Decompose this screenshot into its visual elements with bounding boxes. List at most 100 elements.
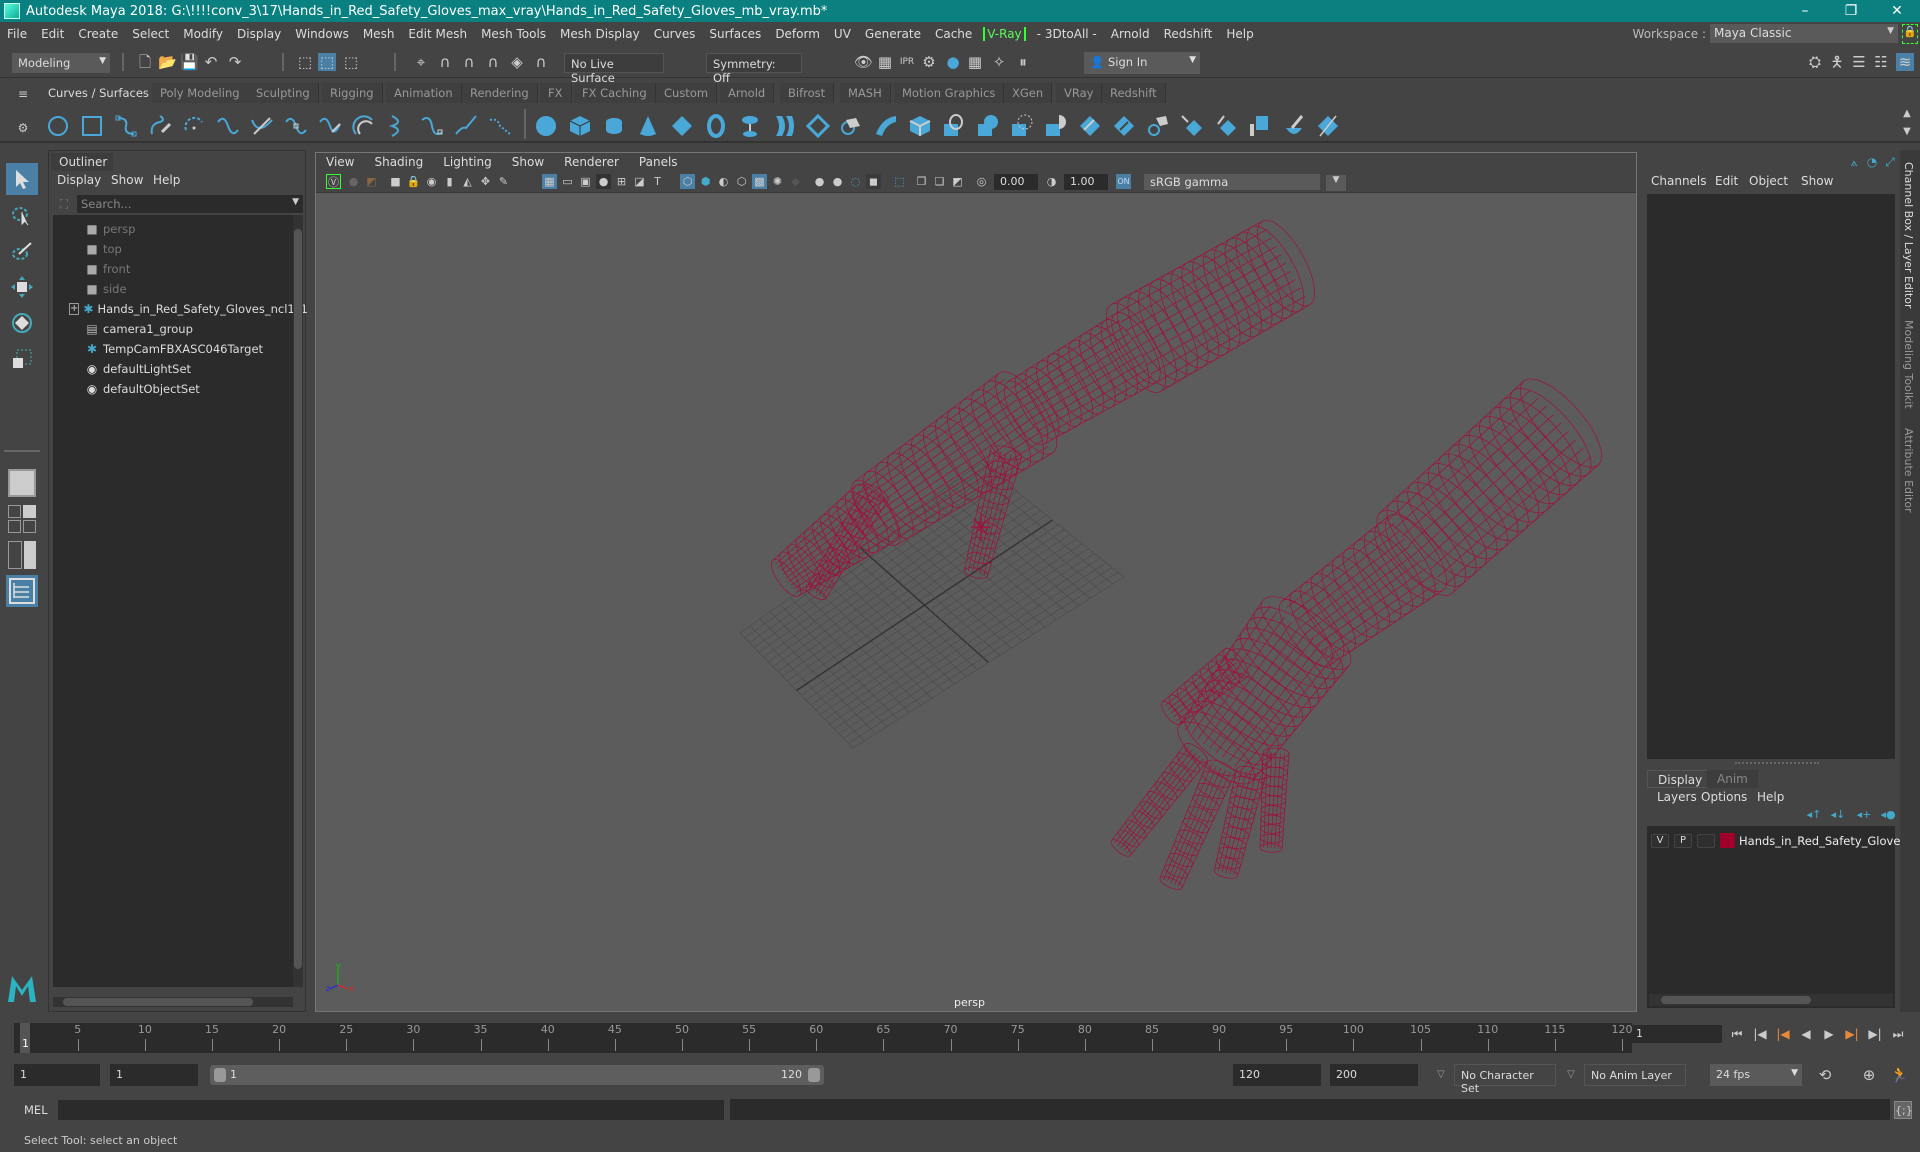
birail-icon[interactable] (874, 114, 898, 138)
go-to-end-icon[interactable]: ⏭ (1889, 1025, 1907, 1043)
right-glove-palm[interactable] (1169, 584, 1362, 794)
exposure-icon[interactable]: ◎ (974, 174, 989, 189)
menu-arnold[interactable]: Arnold (1104, 27, 1157, 41)
modeling-toolkit-icon[interactable]: ⛭ (1806, 53, 1824, 71)
animation-start-field[interactable]: 1 (14, 1064, 100, 1086)
shelf-tab-rendering[interactable]: Rendering (462, 83, 538, 103)
lasso-tool-icon[interactable] (6, 199, 38, 231)
side-tab-modeling-toolkit[interactable]: Modeling Toolkit (1902, 320, 1915, 409)
render-setup-icon[interactable]: ▦ (966, 53, 984, 71)
lock-icon[interactable]: 🔒 (1902, 24, 1918, 44)
view-transform-dropdown[interactable]: sRGB gamma (1144, 174, 1346, 191)
command-input[interactable] (58, 1100, 724, 1120)
scrollbar-thumb[interactable] (1661, 996, 1811, 1004)
paint-select-tool-icon[interactable] (6, 235, 38, 267)
shelf-tab-custom[interactable]: Custom (656, 83, 718, 103)
sculpt-geometry-icon[interactable] (1282, 114, 1306, 138)
insert-knot-icon[interactable] (284, 114, 308, 138)
bezier-curve-icon[interactable] (216, 114, 240, 138)
textured-icon[interactable]: ▩ (752, 174, 767, 189)
sign-in-button[interactable]: 👤 Sign In ▼ (1084, 52, 1200, 74)
layer-color-swatch[interactable] (1720, 833, 1735, 848)
shelf-tab-rigging[interactable]: Rigging (322, 83, 383, 103)
gate-mask-icon[interactable]: ● (596, 174, 611, 189)
layer-visibility-toggle[interactable]: V (1651, 834, 1669, 848)
options-menu[interactable]: Options (1701, 790, 1747, 804)
scrollbar-thumb[interactable] (63, 998, 253, 1006)
nurbs-torus-icon[interactable] (704, 114, 728, 138)
character-set-field[interactable]: No Character Set (1454, 1064, 1556, 1095)
shelf-scroll-down-icon[interactable]: ▼ (1898, 123, 1916, 141)
layer-display-type-toggle[interactable] (1697, 834, 1715, 848)
right-glove-finger[interactable] (1213, 764, 1267, 881)
motion-blur-icon[interactable]: ● (830, 174, 845, 189)
menu-generate[interactable]: Generate (858, 27, 928, 41)
screen-space-ao-icon[interactable]: ● (812, 174, 827, 189)
left-glove-fingers[interactable] (766, 478, 906, 601)
menu-deform[interactable]: Deform (768, 27, 827, 41)
gamma-icon[interactable]: ◑ (1044, 174, 1059, 189)
anim-layer-field[interactable]: No Anim Layer (1584, 1064, 1686, 1086)
shelf-scroll-up-icon[interactable]: ▲ (1898, 105, 1916, 123)
range-start-handle[interactable] (214, 1068, 226, 1082)
extend-surface-icon[interactable] (1146, 114, 1170, 138)
menu-vray[interactable]: V-Ray (983, 27, 1026, 41)
nurbs-plane-icon[interactable] (670, 114, 694, 138)
light-editor-icon[interactable]: ✧ (990, 53, 1008, 71)
outliner-layout-icon[interactable] (6, 575, 38, 607)
rebuild-curve-icon[interactable] (420, 114, 444, 138)
revolve-icon[interactable] (738, 114, 762, 138)
loop-icon[interactable]: ⟲ (1816, 1066, 1834, 1084)
outliner-item-default-object-set[interactable]: ◉ defaultObjectSet (53, 379, 293, 399)
attach-curve-icon[interactable] (488, 114, 512, 138)
outliner-item-camera1-group[interactable]: ▤ camera1_group (53, 319, 293, 339)
four-view-layout-icon[interactable] (6, 503, 38, 535)
render-view-icon[interactable]: 👁 (854, 53, 873, 71)
render-settings-icon[interactable]: ⚙ (920, 53, 938, 71)
playback-end-field[interactable]: 120 (1233, 1064, 1321, 1086)
field-chart-icon[interactable]: ⊞ (614, 174, 629, 189)
gamma-field[interactable]: 1.00 (1064, 174, 1108, 190)
shadows-icon[interactable]: ◆ (788, 174, 803, 189)
extrude-icon[interactable] (840, 114, 864, 138)
outliner-item-side[interactable]: ■ side (53, 279, 293, 299)
safe-action-icon[interactable]: ◪ (632, 174, 647, 189)
open-scene-icon[interactable]: 📂 (158, 53, 177, 71)
shelf-tab-xgen[interactable]: XGen (1004, 83, 1053, 103)
persp-outliner-layout-icon[interactable] (6, 539, 38, 571)
safe-title-icon[interactable]: T (650, 174, 665, 189)
script-editor-icon[interactable]: {;} (1894, 1101, 1913, 1119)
align-surfaces-icon[interactable] (1248, 114, 1272, 138)
outliner-menu-help[interactable]: Help (153, 173, 180, 187)
shelf-tab-redshift[interactable]: Redshift (1102, 83, 1166, 103)
shelf-menu-icon[interactable]: ≡ (14, 85, 32, 103)
auto-key-icon[interactable]: ⊕ (1860, 1066, 1878, 1084)
untrim-icon[interactable] (1112, 114, 1136, 138)
shelf-tab-bifrost[interactable]: Bifrost (780, 83, 835, 103)
planar-icon[interactable] (806, 114, 830, 138)
animation-preferences-icon[interactable]: 🏃 (1890, 1066, 1909, 1084)
viewport-menu-panels[interactable]: Panels (629, 155, 688, 169)
select-by-hierarchy-icon[interactable]: ⬚ (296, 53, 314, 71)
menu-create[interactable]: Create (71, 27, 125, 41)
side-tab-channel-box[interactable]: Channel Box / Layer Editor (1902, 162, 1915, 309)
use-all-lights-icon[interactable]: ✺ (770, 174, 785, 189)
rebuild-surface-icon[interactable] (1316, 114, 1340, 138)
layer-playback-toggle[interactable]: P (1674, 834, 1692, 848)
move-layer-up-icon[interactable]: ◂↑ (1805, 806, 1823, 824)
nurbs-cylinder-icon[interactable] (602, 114, 626, 138)
vray-ipr-icon[interactable]: ● (346, 174, 361, 189)
reverse-curve-icon[interactable] (386, 114, 410, 138)
mode-dropdown[interactable]: Modeling ▼ (12, 53, 110, 73)
rotate-tool-icon[interactable] (6, 307, 38, 339)
xray-icon[interactable]: ❐ (914, 174, 929, 189)
channels-menu[interactable]: Channels (1651, 174, 1707, 188)
nurbs-cone-icon[interactable] (636, 114, 660, 138)
nurbs-sphere-icon[interactable] (534, 114, 558, 138)
color-management-toggle-icon[interactable]: ON (1116, 174, 1131, 189)
workspace-dropdown[interactable]: Maya Classic (1710, 24, 1898, 43)
scale-tool-icon[interactable] (6, 343, 38, 375)
current-frame-field[interactable]: 1 (1632, 1025, 1722, 1043)
select-by-object-icon[interactable]: ⬚ (318, 53, 336, 71)
menu-mesh-tools[interactable]: Mesh Tools (474, 27, 553, 41)
